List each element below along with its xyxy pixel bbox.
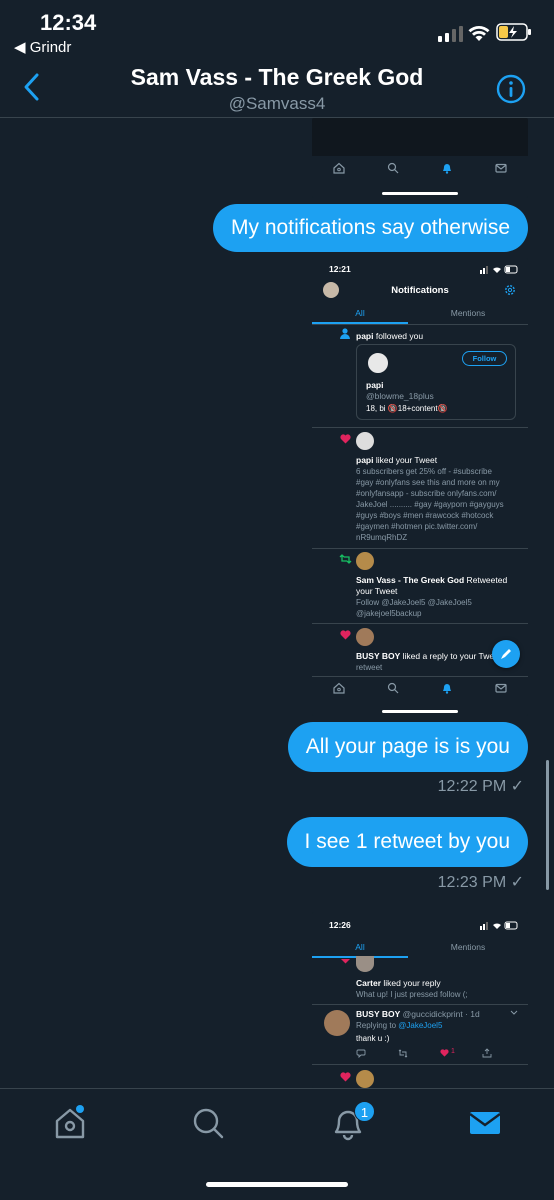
notification-avatar bbox=[356, 1070, 374, 1088]
busy-boy-avatar bbox=[356, 628, 374, 646]
shot-divider bbox=[312, 324, 528, 325]
shot-divider bbox=[312, 1064, 528, 1065]
heart-icon bbox=[340, 1072, 351, 1082]
liked-tweet-line: #guys #boys #men #rawcock #hotcock bbox=[356, 511, 494, 520]
busy-boy-tweet: retweet bbox=[356, 663, 383, 672]
conversation-title: Sam Vass - The Greek God bbox=[130, 64, 424, 90]
conversation-header: Sam Vass - The Greek God @Samvass4 bbox=[0, 62, 554, 118]
shot-time: 12:26 bbox=[329, 920, 351, 930]
shot-tab-mentions: Mentions bbox=[450, 308, 486, 318]
retweet-tweet-line: Follow @JakeJoel5 @JakeJoel5 bbox=[356, 598, 472, 607]
message-timestamp: 12:22 PM ✓ bbox=[437, 778, 524, 795]
mini-home-indicator bbox=[382, 710, 458, 713]
cellular-signal-icon bbox=[438, 26, 463, 42]
message-timestamp: 12:23 PM ✓ bbox=[437, 874, 524, 891]
messages-tab-icon[interactable] bbox=[467, 1105, 503, 1141]
shot-tab-mentions: Mentions bbox=[450, 942, 486, 952]
shot-divider bbox=[312, 623, 528, 624]
wifi-icon bbox=[468, 26, 490, 41]
mini-tab-bar bbox=[312, 676, 528, 704]
message-bubble[interactable]: My notifications say otherwise bbox=[213, 204, 528, 252]
status-time: 12:34 bbox=[40, 10, 97, 35]
mini-mail-icon bbox=[474, 161, 528, 179]
mini-home-icon bbox=[312, 681, 366, 699]
mini-home-icon bbox=[312, 161, 366, 179]
battery-charging-icon bbox=[496, 23, 531, 41]
liker-avatar bbox=[356, 432, 374, 450]
message-bubble[interactable]: All your page is is you bbox=[287, 722, 528, 772]
heart-icon bbox=[340, 630, 351, 640]
info-icon[interactable] bbox=[496, 74, 526, 104]
liked-tweet-line: JakeJoel .......... #gay #gayporn #gaygu… bbox=[356, 500, 504, 509]
compose-fab bbox=[492, 640, 520, 668]
card-name: papi bbox=[366, 380, 384, 390]
follow-card: Follow papi @blowme_18plus 18, bi 🔞18+co… bbox=[356, 344, 516, 420]
shot-tab-all: All bbox=[355, 942, 365, 952]
carter-notification: Carter liked your reply bbox=[356, 978, 441, 988]
liked-tweet-line: nR9umqRhDZ bbox=[356, 533, 408, 542]
notification-badge: 1 bbox=[354, 1101, 375, 1122]
retweet-notification-line2: your Tweet bbox=[356, 586, 398, 596]
scrollbar[interactable] bbox=[546, 760, 549, 890]
retweeter-avatar bbox=[356, 552, 374, 570]
search-tab-icon[interactable] bbox=[190, 1105, 226, 1141]
heart-icon bbox=[341, 959, 350, 964]
shot-divider bbox=[312, 548, 528, 549]
liked-tweet-line: 6 subscribers get 25% off - #subscribe bbox=[356, 467, 492, 476]
home-indicator[interactable] bbox=[206, 1182, 348, 1187]
shot-status-icons bbox=[480, 921, 518, 930]
shot-divider bbox=[312, 1004, 528, 1005]
share-icon bbox=[482, 1048, 492, 1058]
shot-tab-all: All bbox=[355, 308, 365, 318]
busy-boy-avatar bbox=[324, 1010, 350, 1036]
card-bio: 18, bi 🔞18+content🔞 bbox=[366, 404, 448, 413]
reply-text: thank u :) bbox=[356, 1034, 390, 1043]
message-bubble[interactable]: I see 1 retweet by you bbox=[286, 817, 528, 867]
mini-search-icon bbox=[366, 161, 420, 179]
follow-button: Follow bbox=[462, 351, 507, 366]
tweet-actions: 1 bbox=[356, 1048, 506, 1060]
heart-icon bbox=[340, 434, 351, 444]
reply-icon bbox=[356, 1049, 366, 1058]
retweet-icon bbox=[339, 554, 352, 564]
retweet-icon bbox=[398, 1049, 408, 1058]
back-to-app-link[interactable]: ◀ Grindr bbox=[14, 38, 71, 56]
status-bar: 12:34 ◀ Grindr bbox=[0, 0, 554, 62]
carter-avatar bbox=[356, 956, 374, 972]
tweet-author: BUSY BOY @guccidickprint · 1d bbox=[356, 1009, 480, 1019]
shot-settings-icon bbox=[505, 285, 515, 295]
home-tab-icon[interactable] bbox=[52, 1105, 88, 1141]
mini-mail-icon bbox=[474, 681, 528, 699]
tweet-menu-chevron-icon bbox=[510, 1010, 518, 1015]
like-notification: papi liked your Tweet bbox=[356, 455, 438, 465]
mini-tab-bar bbox=[312, 156, 528, 184]
mini-bell-icon bbox=[420, 681, 474, 699]
attached-screenshot-top[interactable] bbox=[312, 118, 528, 198]
shot-divider bbox=[312, 427, 528, 428]
like-heart-icon bbox=[440, 1049, 449, 1057]
liked-tweet-line: #gay #onlyfans see this and more on my bbox=[356, 478, 500, 487]
mini-bell-icon bbox=[420, 161, 474, 179]
retweet-tweet-line: @jakejoel5backup bbox=[356, 609, 422, 618]
follow-person-icon bbox=[340, 328, 350, 339]
attached-screenshot-mentions[interactable]: 12:26 All Mentions Carter liked your rep… bbox=[312, 912, 528, 1088]
conversation-handle: @Samvass4 bbox=[228, 94, 326, 113]
mini-search-icon bbox=[366, 681, 420, 699]
retweet-notification: Sam Vass - The Greek God Retweeted bbox=[356, 575, 508, 585]
liked-tweet-line: #onlyfansapp - subscribe onlyfans.com/ bbox=[356, 489, 497, 498]
follow-notification: papi followed you bbox=[356, 331, 424, 341]
compose-icon bbox=[501, 648, 511, 659]
liked-tweet-line: #gaymen #hotmen pic.twitter.com/ bbox=[356, 522, 478, 531]
mini-home-indicator bbox=[382, 192, 458, 195]
shot-title: Notifications bbox=[391, 285, 449, 296]
busy-boy-notification: BUSY BOY liked a reply to your Tweet bbox=[356, 651, 502, 661]
like-count: 1 bbox=[451, 1048, 455, 1055]
card-avatar bbox=[366, 351, 390, 375]
card-handle: @blowme_18plus bbox=[366, 391, 434, 401]
carter-reply-text: What up! I just pressed follow (; bbox=[356, 990, 468, 999]
replying-to: Replying to @JakeJoel5 bbox=[356, 1021, 443, 1030]
shot-time: 12:21 bbox=[329, 264, 351, 274]
shot-status-icons bbox=[480, 265, 518, 274]
attached-screenshot-notifications[interactable]: 12:21 Notifications All Mentions papi fo… bbox=[312, 258, 528, 716]
